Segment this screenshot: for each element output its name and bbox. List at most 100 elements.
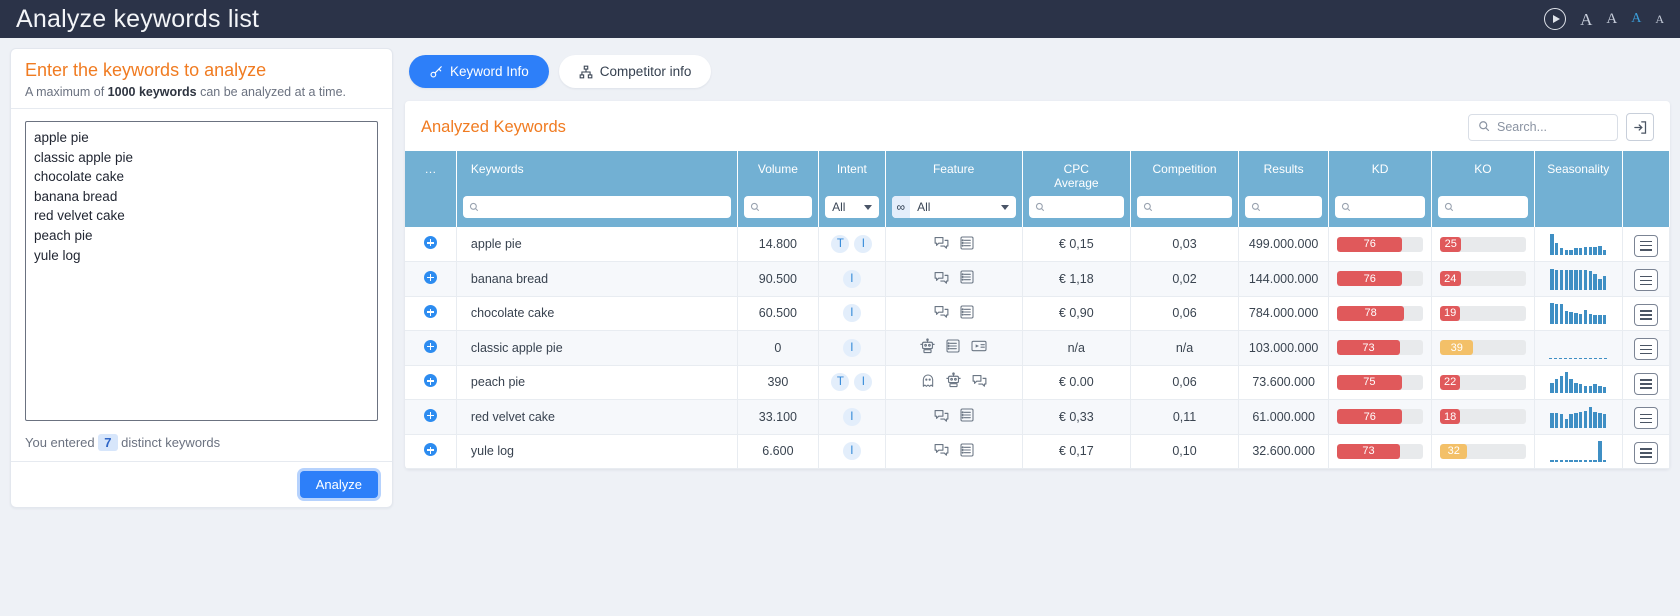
expand-cell[interactable]	[405, 227, 457, 262]
intent-badge-i[interactable]: I	[842, 304, 861, 323]
expand-cell[interactable]	[405, 261, 457, 297]
filter-keywords[interactable]	[456, 190, 738, 227]
expand-cell[interactable]	[405, 330, 457, 366]
tab-competitor-info[interactable]: Competitor info	[558, 55, 712, 88]
play-circle-icon[interactable]	[1544, 8, 1567, 30]
infinity-icon[interactable]: ∞	[891, 196, 911, 218]
list-icon[interactable]	[959, 442, 975, 461]
plus-circle-icon[interactable]	[423, 374, 437, 388]
expand-cell[interactable]	[405, 365, 457, 400]
intent-badge-t[interactable]: T	[831, 373, 850, 392]
kd-cell: 76	[1328, 399, 1432, 435]
robot-icon[interactable]	[919, 338, 936, 358]
column-header-results[interactable]: Results	[1238, 151, 1330, 190]
seasonality-sparkline[interactable]	[1543, 268, 1614, 290]
column-header-feature[interactable]: Feature	[885, 151, 1023, 190]
hamburger-menu-icon[interactable]	[1633, 372, 1658, 395]
list-icon[interactable]	[959, 235, 975, 254]
seasonality-sparkline[interactable]	[1543, 302, 1614, 325]
intent-badge-i[interactable]: I	[854, 373, 873, 392]
export-icon[interactable]	[1626, 113, 1654, 141]
column-header-seasonality[interactable]: Seasonality	[1534, 151, 1623, 190]
intent-badge-i[interactable]: I	[842, 407, 861, 426]
filter-ko[interactable]	[1431, 190, 1535, 227]
chat-icon[interactable]	[933, 441, 950, 461]
hamburger-menu-icon[interactable]	[1633, 441, 1658, 464]
row-actions-cell[interactable]	[1622, 399, 1671, 435]
intent-badge-i[interactable]: I	[854, 235, 873, 253]
hamburger-menu-icon[interactable]	[1633, 303, 1658, 326]
list-icon[interactable]	[959, 304, 975, 323]
chat-icon[interactable]	[933, 269, 950, 289]
plus-circle-icon[interactable]	[423, 339, 437, 353]
column-header-kd[interactable]: KD	[1328, 151, 1432, 190]
column-header-intent[interactable]: Intent	[818, 151, 886, 190]
chat-icon[interactable]	[933, 407, 950, 427]
list-icon[interactable]	[945, 338, 961, 357]
hamburger-menu-icon[interactable]	[1633, 269, 1658, 292]
seasonality-sparkline[interactable]	[1543, 406, 1614, 428]
analyze-button[interactable]: Analyze	[299, 471, 378, 498]
feature-cell	[885, 434, 1023, 469]
row-actions-cell[interactable]	[1622, 296, 1671, 331]
chat-icon[interactable]	[933, 234, 950, 254]
list-icon[interactable]	[959, 269, 975, 288]
intent-badge-i[interactable]: I	[842, 269, 861, 288]
competition-cell: 0,02	[1130, 261, 1240, 297]
expand-cell[interactable]	[405, 296, 457, 331]
intent-badge-i[interactable]: I	[842, 442, 861, 461]
ko-cell: 32	[1431, 434, 1535, 469]
table-row: classic apple pie 0 In/a n/a 103.000.000 73 39	[405, 330, 1671, 366]
row-actions-cell[interactable]	[1622, 261, 1671, 297]
column-header-competition[interactable]: Competition	[1130, 151, 1240, 190]
hamburger-menu-icon[interactable]	[1633, 234, 1658, 257]
column-header-keywords[interactable]: Keywords	[456, 151, 738, 190]
row-actions-cell[interactable]	[1622, 227, 1671, 262]
ghost-icon[interactable]	[920, 373, 936, 392]
expand-cell[interactable]	[405, 399, 457, 435]
ko-bar: 32	[1440, 443, 1526, 459]
plus-circle-icon[interactable]	[423, 305, 437, 319]
intent-badge-t[interactable]: T	[831, 235, 850, 253]
font-size-largest-button[interactable]: A	[1580, 11, 1592, 28]
column-header-cpc[interactable]: CPC Average	[1022, 151, 1131, 190]
filter-feature[interactable]: ∞ All	[885, 190, 1023, 227]
plus-circle-icon[interactable]	[423, 443, 437, 457]
seasonality-sparkline[interactable]	[1543, 440, 1614, 463]
filter-volume[interactable]	[737, 190, 820, 227]
row-actions-cell[interactable]	[1622, 365, 1671, 400]
hamburger-menu-icon[interactable]	[1633, 407, 1658, 430]
seasonality-sparkline[interactable]	[1543, 371, 1614, 394]
keywords-textarea[interactable]	[25, 121, 378, 421]
column-header-ko[interactable]: KO	[1431, 151, 1535, 190]
seasonality-sparkline[interactable]	[1543, 233, 1614, 255]
filter-kd[interactable]	[1328, 190, 1432, 227]
plus-circle-icon[interactable]	[423, 270, 437, 284]
tab-keyword-info[interactable]: Keyword Info	[409, 55, 549, 88]
robot-icon[interactable]	[945, 372, 962, 392]
column-header-volume[interactable]: Volume	[737, 151, 820, 190]
hamburger-menu-icon[interactable]	[1633, 338, 1658, 361]
font-size-large-button[interactable]: A	[1606, 11, 1617, 27]
chat-icon[interactable]	[933, 303, 950, 323]
chat-icon[interactable]	[971, 372, 988, 392]
video-list-icon[interactable]	[970, 338, 988, 357]
filter-intent[interactable]: All	[818, 190, 886, 227]
plus-circle-icon[interactable]	[423, 236, 437, 249]
row-actions-cell[interactable]	[1622, 434, 1671, 469]
font-size-small-button[interactable]: A	[1655, 13, 1664, 25]
kd-cell: 78	[1328, 296, 1432, 331]
row-actions-cell[interactable]	[1622, 330, 1671, 366]
card-title: Analyzed Keywords	[421, 117, 566, 136]
filter-competition[interactable]	[1130, 190, 1240, 227]
intent-badge-i[interactable]: I	[842, 338, 861, 357]
plus-circle-icon[interactable]	[423, 408, 437, 422]
competition-cell: 0,11	[1130, 399, 1240, 435]
list-icon[interactable]	[959, 407, 975, 426]
filter-seasonality	[1534, 190, 1623, 227]
filter-results[interactable]	[1238, 190, 1330, 227]
search-input[interactable]: Search...	[1468, 113, 1618, 141]
expand-cell[interactable]	[405, 434, 457, 469]
font-size-medium-button[interactable]: A	[1631, 12, 1641, 26]
filter-cpc[interactable]	[1022, 190, 1131, 227]
